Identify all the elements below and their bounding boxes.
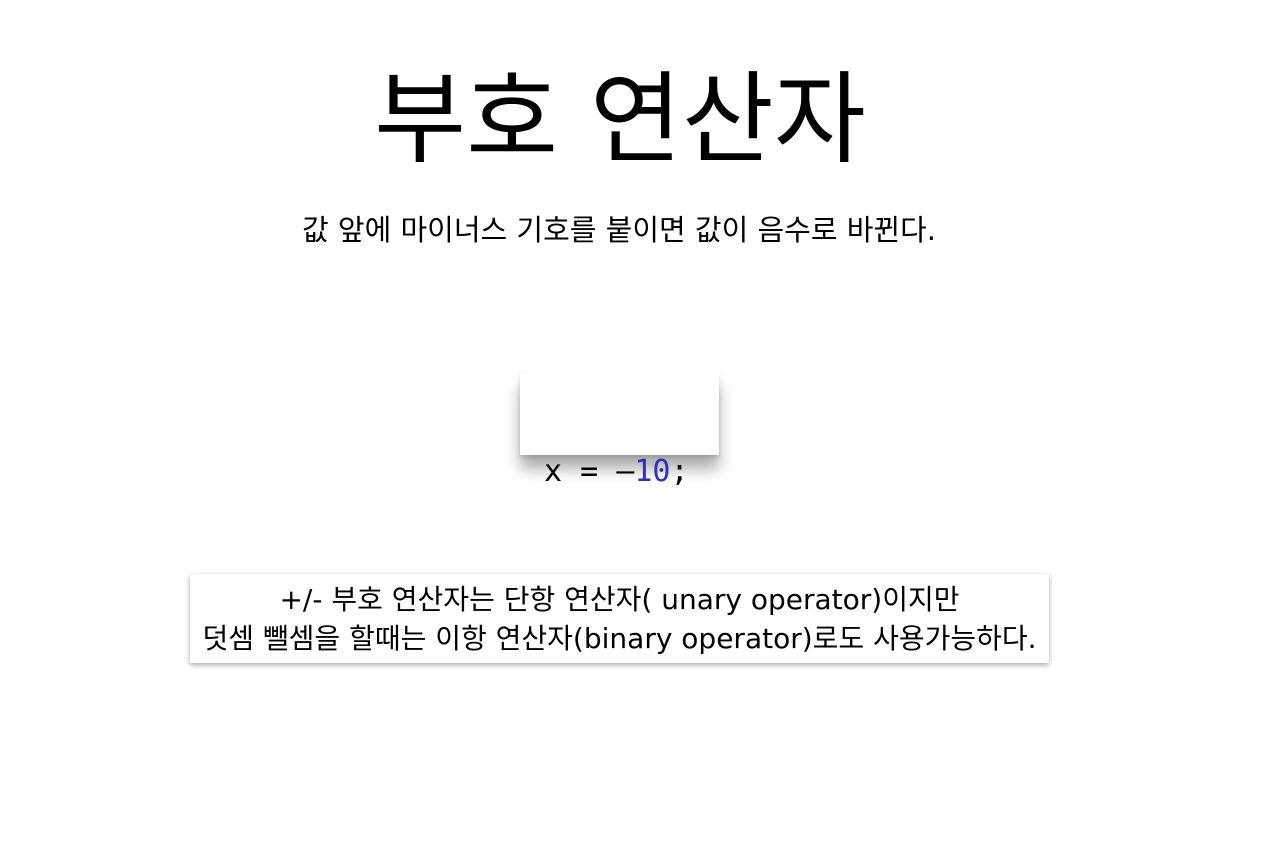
slide-subtitle: 값 앞에 마이너스 기호를 붙이면 값이 음수로 바뀐다. <box>301 213 937 247</box>
note-line-1: +/- 부호 연산자는 단항 연산자( unary operator)이지만 <box>279 583 960 616</box>
note-box: +/- 부호 연산자는 단항 연산자( unary operator)이지만 덧… <box>190 574 1049 663</box>
code-line-1-suffix: ; <box>670 454 689 489</box>
code-number-literal: 10 <box>634 454 671 489</box>
slide-title: 부호 연산자 <box>374 61 866 178</box>
code-snippet-box: x = –10; y = –x; <box>520 373 719 600</box>
code-line-1: x = –10; <box>544 453 719 490</box>
code-line-1-prefix: x = – <box>544 454 635 489</box>
note-line-2: 덧셈 뺄셈을 할때는 이항 연산자(binary operator)로도 사용가… <box>202 622 1037 655</box>
